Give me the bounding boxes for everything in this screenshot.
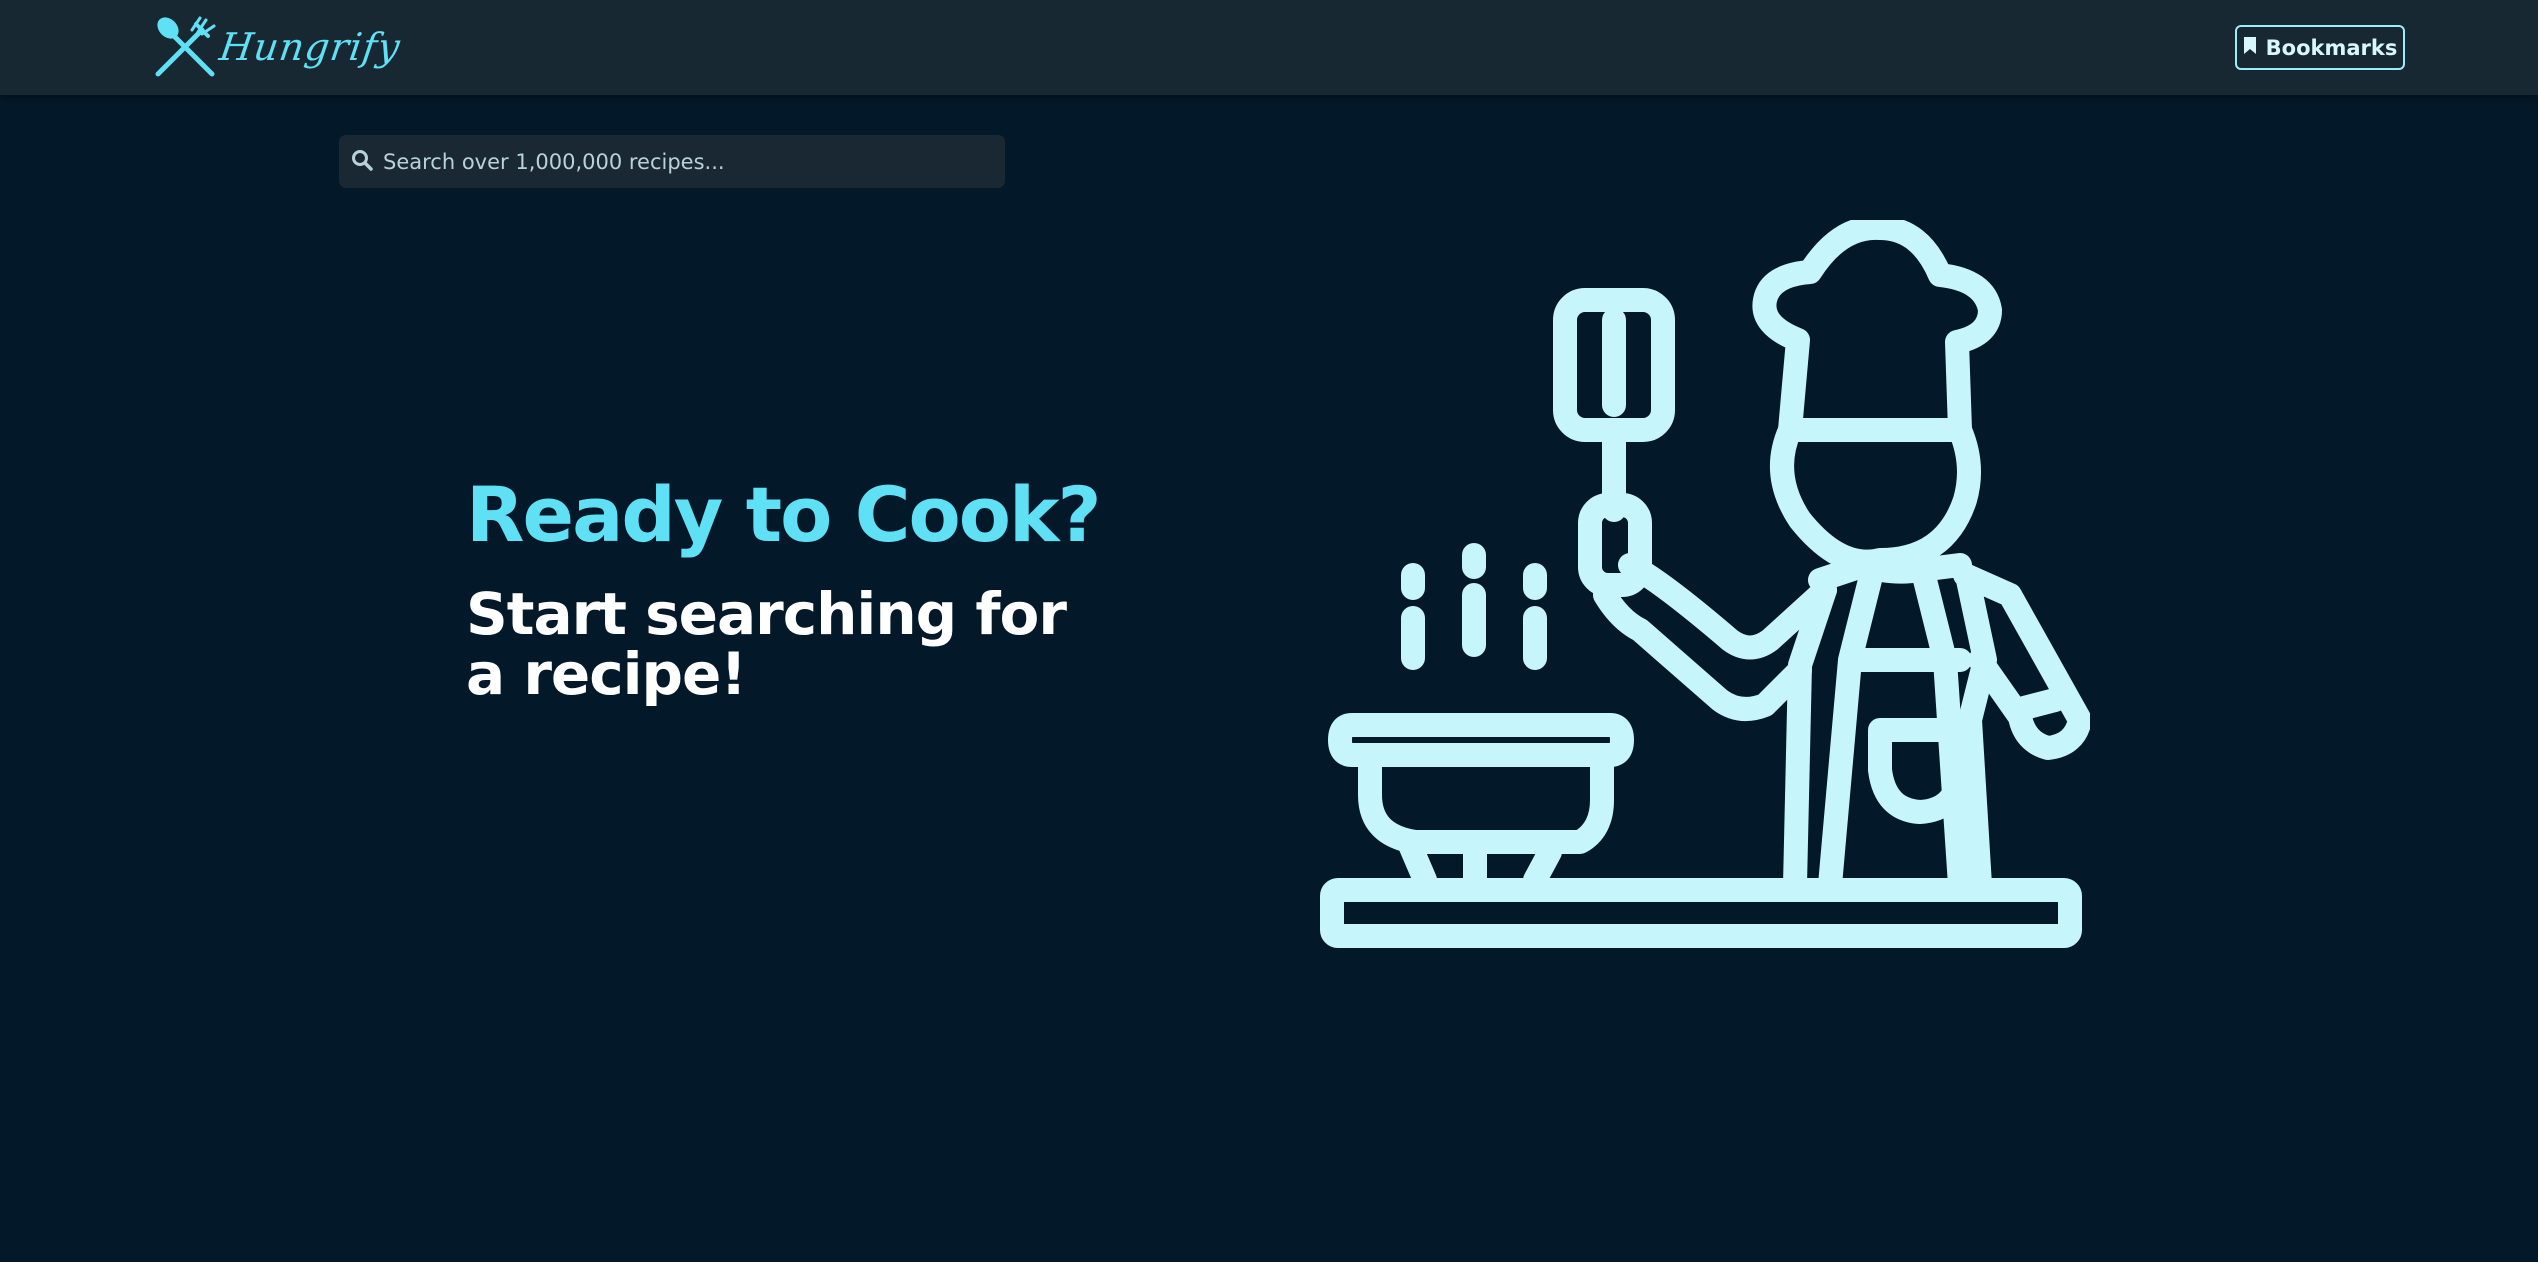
spoon-fork-crossed-icon <box>152 14 218 80</box>
logo[interactable]: Hungrify <box>152 14 404 80</box>
search-icon <box>351 149 373 175</box>
search-bar[interactable] <box>339 134 1005 189</box>
hero-title: Ready to Cook? <box>466 470 1102 559</box>
navbar: Hungrify Bookmarks <box>0 0 2538 95</box>
logo-text: Hungrify <box>216 25 404 69</box>
bookmarks-button[interactable]: Bookmarks <box>2235 25 2405 70</box>
bookmark-icon <box>2243 36 2257 60</box>
search-input[interactable] <box>373 134 1005 189</box>
bookmarks-label: Bookmarks <box>2265 35 2398 60</box>
hero-subtitle: Start searching for a recipe! <box>466 580 1067 708</box>
chef-cooking-icon <box>1320 215 2092 974</box>
